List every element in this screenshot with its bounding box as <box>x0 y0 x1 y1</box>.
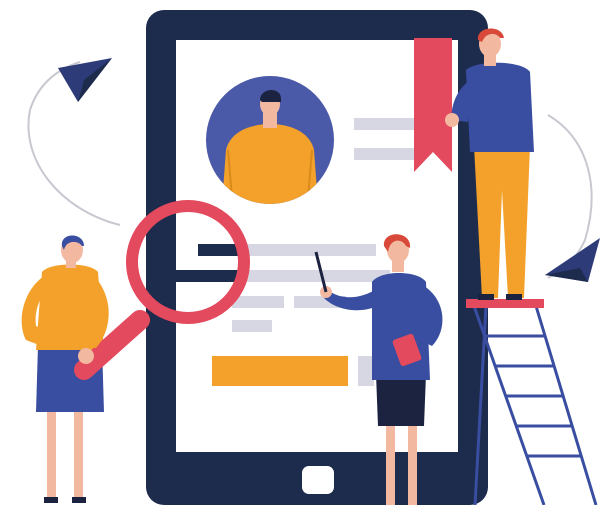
content-line <box>232 320 272 332</box>
home-button-icon[interactable] <box>302 466 334 494</box>
illustration-svg <box>21 10 600 505</box>
paper-plane-icon <box>545 238 600 282</box>
content-line <box>232 296 284 308</box>
profile-avatar-icon <box>206 76 334 204</box>
action-button[interactable] <box>212 356 348 386</box>
content-line <box>240 270 390 282</box>
profile-line <box>354 148 414 160</box>
content-line <box>246 244 376 256</box>
illustration <box>0 0 600 505</box>
content-line-highlight <box>166 270 240 282</box>
action-button-side <box>358 356 374 386</box>
bookmark-icon <box>414 38 452 172</box>
profile-line <box>354 118 414 130</box>
paper-plane-icon <box>58 58 112 102</box>
